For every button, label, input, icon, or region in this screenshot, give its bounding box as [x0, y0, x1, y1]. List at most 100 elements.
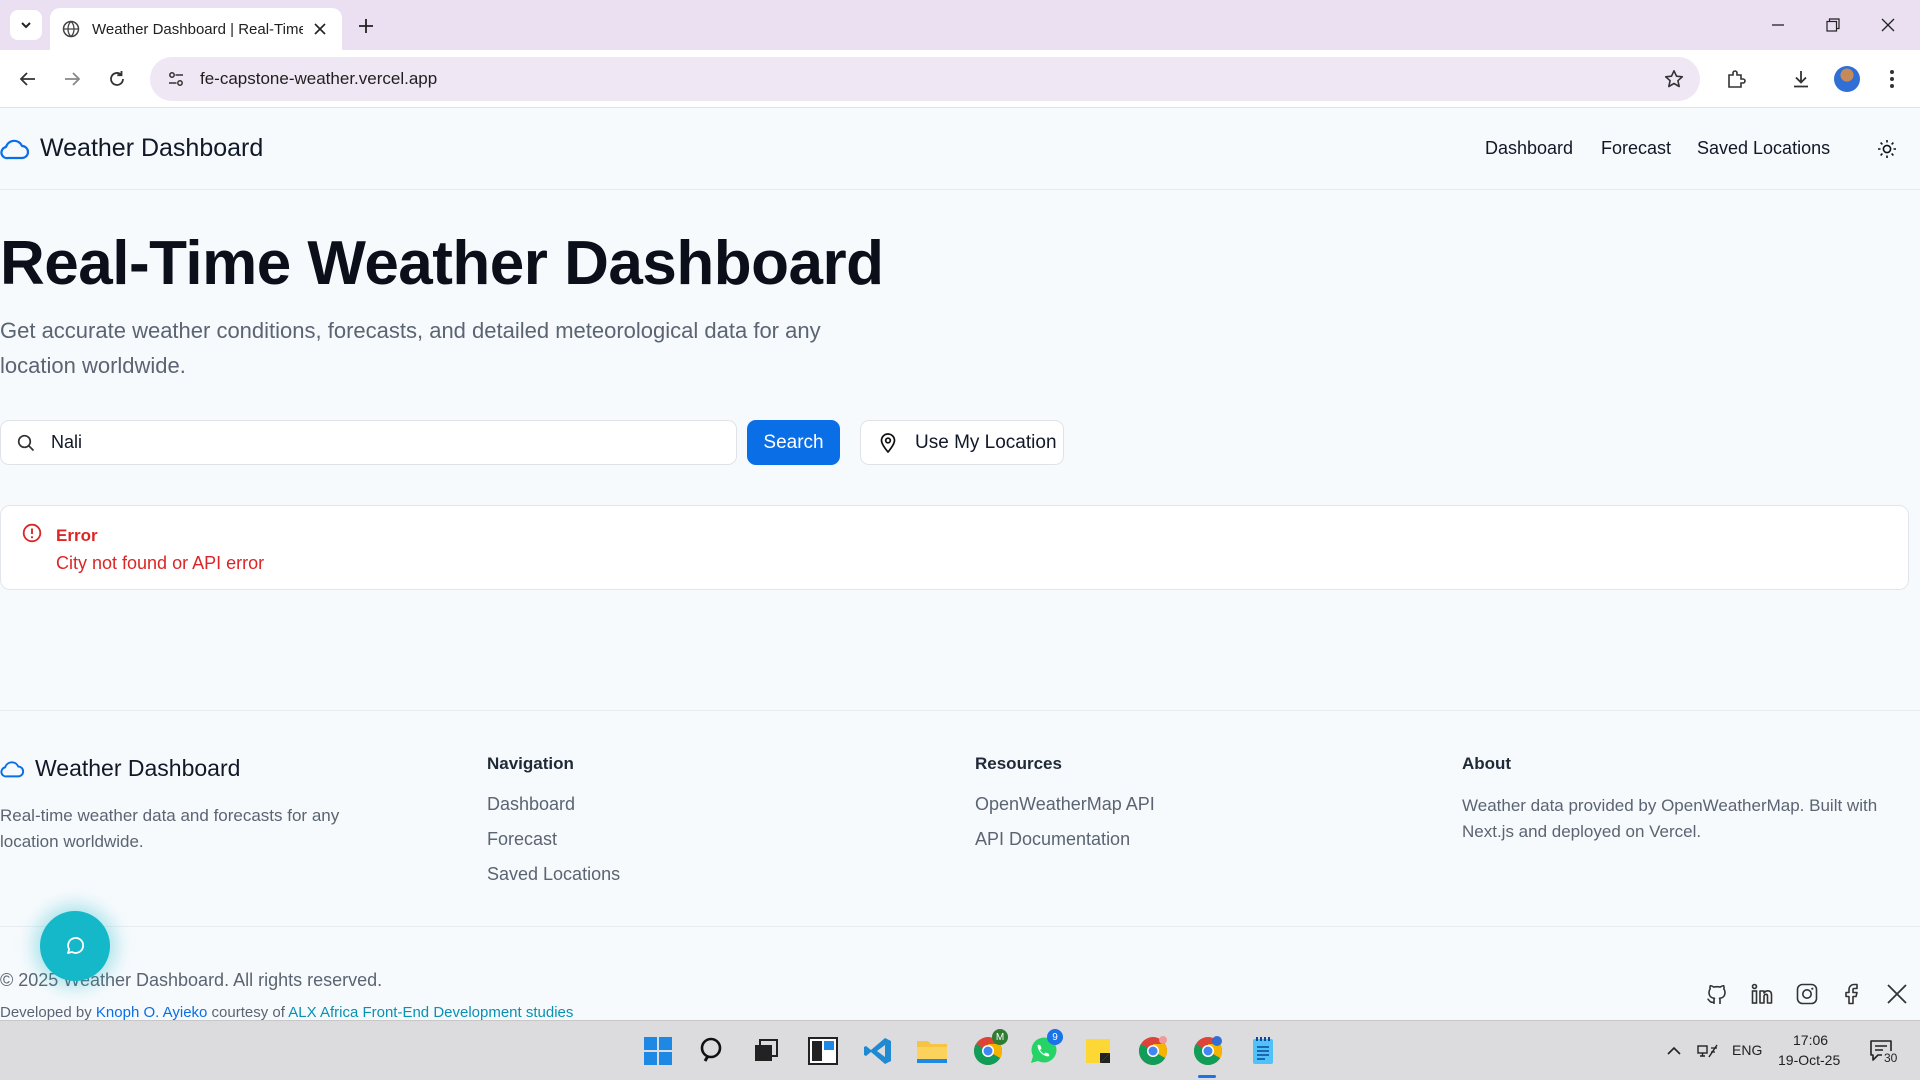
- widgets-icon: [808, 1037, 838, 1065]
- task-view-button[interactable]: [748, 1033, 784, 1069]
- page-title: Real-Time Weather Dashboard: [0, 229, 884, 298]
- network-button[interactable]: [1693, 1033, 1723, 1069]
- facebook-link[interactable]: [1838, 980, 1866, 1008]
- chat-button[interactable]: [40, 911, 110, 981]
- vscode-icon: [864, 1038, 891, 1064]
- downloads-button[interactable]: [1785, 63, 1817, 95]
- footer-link-saved-locations[interactable]: Saved Locations: [487, 864, 620, 885]
- chrome-app-profile-2[interactable]: [1135, 1033, 1171, 1069]
- x-icon: [1887, 984, 1907, 1004]
- footer-description: Real-time weather data and forecasts for…: [0, 806, 340, 851]
- chrome-icon: [1139, 1036, 1167, 1065]
- more-vertical-icon: [1890, 70, 1894, 88]
- sun-icon: [1878, 140, 1896, 158]
- theme-toggle-button[interactable]: [1874, 136, 1900, 162]
- whatsapp-app[interactable]: 9: [1025, 1029, 1063, 1069]
- brand-name: Weather Dashboard: [40, 134, 264, 162]
- active-app-indicator: [1198, 1075, 1216, 1078]
- x-twitter-link[interactable]: [1883, 980, 1911, 1008]
- footer-link-forecast[interactable]: Forecast: [487, 829, 557, 850]
- author-link[interactable]: Knoph O. Ayieko: [96, 1004, 207, 1021]
- chrome-app-active[interactable]: [1190, 1033, 1226, 1069]
- close-icon[interactable]: [311, 19, 330, 39]
- site-info-icon[interactable]: [164, 67, 188, 91]
- forward-button[interactable]: [56, 63, 88, 95]
- puzzle-icon: [1728, 70, 1746, 88]
- restore-button[interactable]: [1815, 10, 1851, 40]
- footer-about-heading: About: [1462, 754, 1512, 773]
- close-window-button[interactable]: [1870, 10, 1906, 40]
- browser-toolbar: fe-capstone-weather.vercel.app: [0, 50, 1920, 108]
- message-circle-icon: [67, 937, 85, 954]
- search-button[interactable]: Search: [747, 420, 840, 465]
- tab-search-button[interactable]: [10, 10, 42, 40]
- instagram-link[interactable]: [1793, 980, 1821, 1008]
- language-indicator[interactable]: ENG: [1732, 1042, 1762, 1058]
- cloud-icon: [0, 138, 30, 160]
- search-field[interactable]: [0, 420, 737, 465]
- restore-icon: [1826, 18, 1840, 32]
- footer-brand[interactable]: Weather Dashboard: [0, 755, 240, 782]
- notifications-button[interactable]: 30: [1862, 1033, 1902, 1069]
- github-link[interactable]: [1703, 980, 1731, 1008]
- nav-saved-locations[interactable]: Saved Locations: [1697, 138, 1830, 159]
- browser-tab-bar: Weather Dashboard | Real-Time Weather: [0, 0, 1920, 50]
- tray-overflow-button[interactable]: [1660, 1033, 1688, 1069]
- browser-menu-button[interactable]: [1876, 63, 1908, 95]
- footer-navigation-heading: Navigation: [487, 754, 574, 773]
- footer-resources-heading: Resources: [975, 754, 1062, 773]
- search-taskbar-button[interactable]: [695, 1033, 731, 1069]
- search-input[interactable]: [51, 432, 691, 453]
- file-explorer-app[interactable]: [914, 1033, 950, 1069]
- browser-tab[interactable]: Weather Dashboard | Real-Time Weather: [50, 8, 342, 50]
- linkedin-link[interactable]: [1748, 980, 1776, 1008]
- credits-line: Developed by Knoph O. Ayieko courtesy of…: [0, 1004, 573, 1021]
- footer-link-dashboard[interactable]: Dashboard: [487, 794, 575, 815]
- profile-avatar[interactable]: [1834, 66, 1860, 92]
- footer-bottom-divider: [0, 926, 1920, 927]
- footer-link-api-documentation[interactable]: API Documentation: [975, 829, 1130, 850]
- extensions-button[interactable]: [1720, 63, 1752, 95]
- clock-date[interactable]: 19-Oct-25: [1778, 1052, 1840, 1068]
- start-button[interactable]: [640, 1033, 676, 1069]
- url-text: fe-capstone-weather.vercel.app: [200, 69, 438, 88]
- arrow-left-icon: [19, 72, 35, 86]
- minimize-button[interactable]: [1760, 10, 1796, 40]
- footer-link-openweathermap-api[interactable]: OpenWeatherMap API: [975, 794, 1155, 815]
- new-tab-button[interactable]: [352, 12, 380, 40]
- search-icon: [15, 432, 37, 454]
- clock-time[interactable]: 17:06: [1793, 1032, 1828, 1048]
- nav-dashboard[interactable]: Dashboard: [1485, 138, 1573, 159]
- tab-title: Weather Dashboard | Real-Time Weather: [92, 20, 303, 38]
- page-subtitle: Get accurate weather conditions, forecas…: [0, 318, 821, 378]
- credits-middle: courtesy of: [207, 1004, 289, 1021]
- footer-about-text: Weather data provided by OpenWeatherMap.…: [1462, 796, 1878, 841]
- address-bar[interactable]: fe-capstone-weather.vercel.app: [150, 57, 1700, 101]
- cloud-icon: [0, 760, 25, 778]
- alert-circle-icon: [21, 522, 43, 544]
- close-icon: [1881, 18, 1895, 32]
- whatsapp-badge: 9: [1047, 1029, 1063, 1045]
- reload-button[interactable]: [101, 63, 133, 95]
- github-icon: [1707, 984, 1726, 1004]
- network-icon: [1697, 1044, 1718, 1058]
- reload-icon: [110, 71, 124, 86]
- minimize-icon: [1772, 24, 1784, 26]
- brand-logo[interactable]: Weather Dashboard: [0, 134, 263, 163]
- chevron-up-icon: [1667, 1046, 1681, 1055]
- nav-forecast[interactable]: Forecast: [1601, 138, 1671, 159]
- footer-divider: [0, 710, 1920, 711]
- vscode-app[interactable]: [860, 1033, 896, 1069]
- star-icon[interactable]: [1662, 67, 1686, 91]
- windows-icon: [644, 1037, 672, 1065]
- notepad-app[interactable]: [1245, 1033, 1281, 1069]
- widgets-button[interactable]: [805, 1033, 841, 1069]
- back-button[interactable]: [12, 63, 44, 95]
- use-my-location-button[interactable]: Use My Location: [860, 420, 1064, 465]
- use-my-location-label: Use My Location: [915, 431, 1057, 453]
- chrome-app-profile-m[interactable]: M: [970, 1029, 1008, 1069]
- error-alert: [0, 505, 1909, 590]
- notepad-icon: [1253, 1037, 1273, 1064]
- sticky-notes-app[interactable]: [1080, 1033, 1116, 1069]
- alx-link[interactable]: ALX Africa Front-End Development studies: [288, 1004, 573, 1021]
